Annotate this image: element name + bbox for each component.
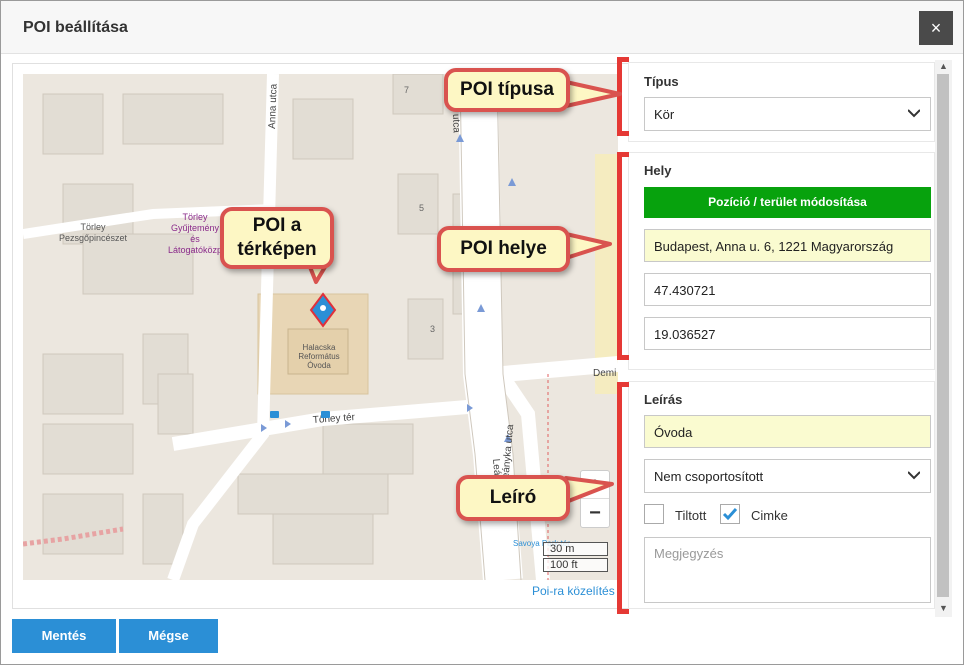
callout-poi-a-terkepen-line2: térképen xyxy=(237,239,317,260)
callout-poi-tipusa: POI típusa xyxy=(444,68,570,112)
callout-poi-a-terkepen-line1: POI a xyxy=(252,215,302,236)
callout-poi-tipusa-text: POI típusa xyxy=(460,79,554,100)
callout-poi-helye-text: POI helye xyxy=(460,238,547,259)
callout-leiro-text: Leíró xyxy=(489,487,537,508)
callout-leiro: Leíró xyxy=(456,475,570,521)
callout-poi-helye: POI helye xyxy=(437,226,570,272)
callout-poi-a-terkepen: POI a térképen xyxy=(220,207,334,269)
